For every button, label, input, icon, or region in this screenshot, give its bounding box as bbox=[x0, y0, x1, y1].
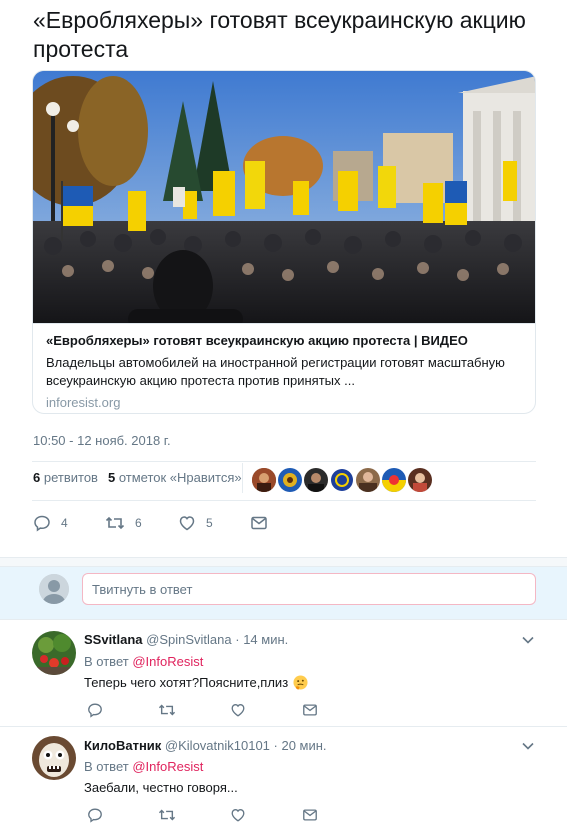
reply-body: Теперь чего хотят?Поясните,плиз bbox=[84, 675, 289, 690]
reply-header: КилоВатник @Kilovatnik10101 · 20 мин. bbox=[84, 738, 327, 753]
card-domain[interactable]: inforesist.org bbox=[46, 394, 524, 412]
message-icon[interactable] bbox=[302, 807, 318, 823]
reply-author-handle[interactable]: @SpinSvitlana bbox=[146, 632, 231, 647]
liker-avatar[interactable] bbox=[356, 468, 380, 492]
likes-stat[interactable]: 5 отметок «Нравится» bbox=[108, 470, 242, 485]
tweet-stats: 6 ретвитов 5 отметок «Нравится» bbox=[33, 470, 242, 485]
reply-text: Заебали, честно говоря... bbox=[84, 780, 238, 795]
reply-avatar[interactable] bbox=[32, 736, 76, 780]
reply-time[interactable]: · 20 мин. bbox=[274, 738, 327, 753]
user-avatar[interactable] bbox=[39, 574, 69, 604]
card-description: Владельцы автомобилей на иностранной рег… bbox=[46, 355, 505, 388]
link-card[interactable]: «Евробляхеры» готовят всеукраинскую акци… bbox=[32, 70, 536, 414]
like-count: 5 bbox=[206, 516, 213, 530]
reply-header: SSvitlana @SpinSvitlana · 14 мин. bbox=[84, 632, 288, 647]
liker-avatar[interactable] bbox=[408, 468, 432, 492]
tweet-actions: 4 6 5 bbox=[33, 512, 333, 536]
message-button[interactable] bbox=[250, 512, 268, 534]
replying-prefix: В ответ bbox=[84, 654, 129, 669]
reply-tweet[interactable]: SSvitlana @SpinSvitlana · 14 мин. В отве… bbox=[0, 619, 567, 726]
card-image[interactable] bbox=[33, 71, 535, 323]
thinking-face-emoji bbox=[293, 675, 308, 690]
like-icon bbox=[179, 516, 195, 531]
like-icon[interactable] bbox=[230, 702, 246, 718]
reply-author-name[interactable]: SSvitlana bbox=[84, 632, 143, 647]
reply-input[interactable]: Твитнуть в ответ bbox=[82, 573, 536, 605]
retweets-stat[interactable]: 6 ретвитов bbox=[33, 470, 98, 485]
reply-icon[interactable] bbox=[87, 702, 103, 718]
message-icon bbox=[251, 516, 267, 530]
retweets-count: 6 bbox=[33, 470, 41, 485]
liker-avatar[interactable] bbox=[382, 468, 406, 492]
reply-author-name[interactable]: КилоВатник bbox=[84, 738, 161, 753]
retweet-count: 6 bbox=[135, 516, 142, 530]
reply-actions bbox=[84, 702, 344, 722]
retweet-icon[interactable] bbox=[158, 807, 176, 823]
retweet-icon bbox=[105, 516, 125, 530]
replying-to: В ответ @InfoResist bbox=[84, 654, 203, 669]
likes-count: 5 bbox=[107, 470, 116, 485]
like-button[interactable]: 5 bbox=[178, 512, 213, 534]
divider bbox=[32, 500, 536, 501]
chevron-down-icon[interactable] bbox=[522, 636, 534, 644]
liker-avatar[interactable] bbox=[252, 468, 276, 492]
divider bbox=[32, 461, 536, 462]
reply-actions bbox=[84, 807, 344, 827]
tweet-timestamp[interactable]: 10:50 - 12 нояб. 2018 г. bbox=[33, 433, 171, 448]
reply-button[interactable]: 4 bbox=[33, 512, 68, 534]
protest-crowd-photo bbox=[33, 71, 535, 323]
section-divider bbox=[0, 557, 567, 567]
reply-icon bbox=[34, 515, 50, 532]
liker-avatar[interactable] bbox=[304, 468, 328, 492]
retweet-icon[interactable] bbox=[158, 702, 176, 718]
likes-label: отметок «Нравится» bbox=[118, 470, 242, 485]
reply-icon[interactable] bbox=[87, 807, 103, 823]
mention-link[interactable]: @InfoResist bbox=[132, 654, 203, 669]
card-body[interactable]: «Евробляхеры» готовят всеукраинскую акци… bbox=[33, 323, 535, 413]
reply-avatar[interactable] bbox=[32, 631, 76, 675]
retweets-label: ретвитов bbox=[43, 470, 98, 485]
liker-avatar[interactable] bbox=[330, 468, 354, 492]
message-icon[interactable] bbox=[302, 702, 318, 718]
liker-avatar[interactable] bbox=[278, 468, 302, 492]
card-title[interactable]: «Евробляхеры» готовят всеукраинскую акци… bbox=[46, 332, 524, 350]
mention-link[interactable]: @InfoResist bbox=[132, 759, 203, 774]
reply-text: Теперь чего хотят?Поясните,плиз bbox=[84, 675, 308, 690]
tweet-text: «Евробляхеры» готовят всеукраинскую акци… bbox=[33, 7, 526, 62]
stats-separator bbox=[242, 463, 243, 493]
like-icon[interactable] bbox=[230, 807, 246, 823]
chevron-down-icon[interactable] bbox=[522, 742, 534, 750]
reply-author-handle[interactable]: @Kilovatnik10101 bbox=[165, 738, 270, 753]
reply-count: 4 bbox=[61, 516, 68, 530]
replying-prefix: В ответ bbox=[84, 759, 129, 774]
reply-time[interactable]: · 14 мин. bbox=[235, 632, 288, 647]
reply-composer: Твитнуть в ответ bbox=[0, 567, 567, 619]
replying-to: В ответ @InfoResist bbox=[84, 759, 203, 774]
reply-tweet[interactable]: КилоВатник @Kilovatnik10101 · 20 мин. В … bbox=[0, 726, 567, 834]
retweet-button[interactable]: 6 bbox=[105, 512, 142, 534]
